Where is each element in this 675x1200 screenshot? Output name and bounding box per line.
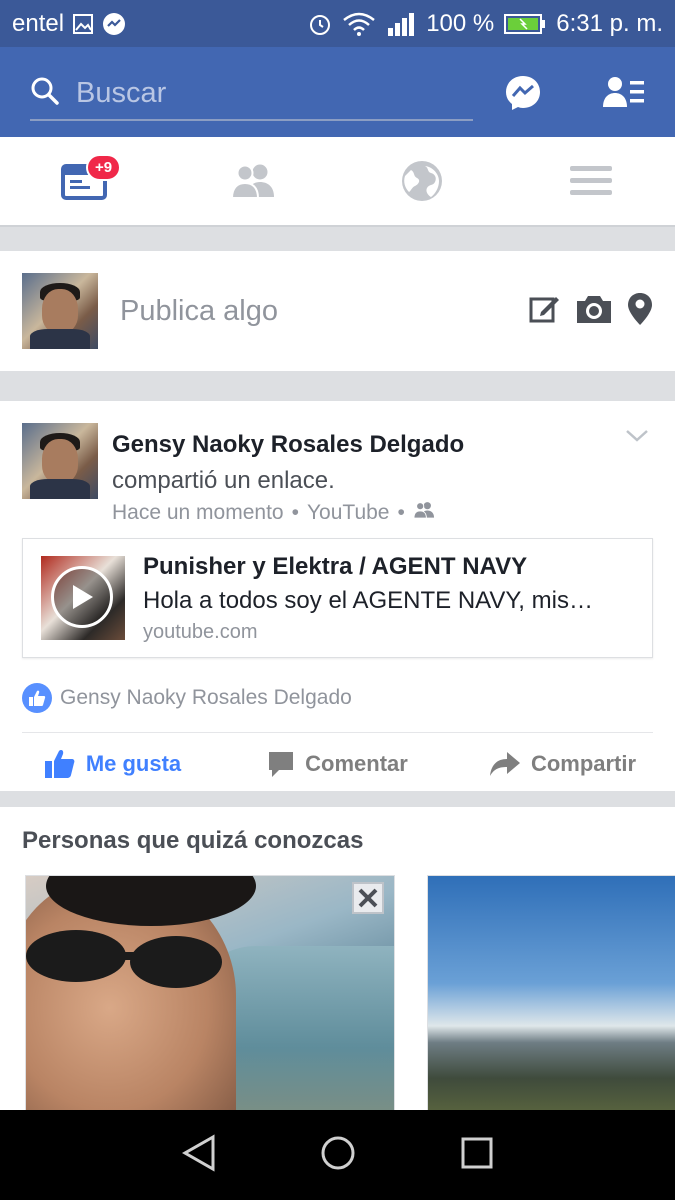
share-label: Compartir: [530, 750, 637, 776]
status-bar: entel 100 % 6:31 p. m.: [0, 0, 675, 47]
thumbs-up-icon: [44, 749, 75, 778]
post-timestamp[interactable]: Hace un momento: [112, 501, 284, 525]
tab-news-feed[interactable]: +9: [0, 137, 169, 225]
facebook-app-screen: entel 100 % 6:31 p. m. Buscar +9 Publica…: [0, 0, 675, 1200]
share-button[interactable]: Compartir: [450, 736, 675, 791]
tab-notifications[interactable]: [338, 137, 507, 225]
hamburger-icon: [569, 166, 612, 195]
battery-icon: [504, 13, 546, 35]
divider: [22, 732, 653, 733]
post-action-text: compartió un enlace.: [112, 467, 335, 494]
camera-icon[interactable]: [575, 293, 613, 330]
post-author-avatar[interactable]: [22, 423, 98, 499]
separator-dot: •: [291, 501, 299, 524]
reactions-summary[interactable]: Gensy Naoky Rosales Delgado: [22, 683, 352, 713]
friends-icon: [413, 501, 435, 525]
search-placeholder: Buscar: [76, 76, 167, 109]
tab-friend-requests[interactable]: [169, 137, 338, 225]
share-icon: [489, 751, 520, 776]
comment-label: Comentar: [305, 750, 408, 776]
signal-icon: [386, 12, 416, 36]
top-bar: Buscar: [0, 47, 675, 137]
pymk-card[interactable]: [427, 875, 675, 1110]
friends-icon: [231, 164, 275, 199]
avatar[interactable]: [22, 273, 98, 349]
alarm-icon: [308, 12, 332, 36]
composer-placeholder: Publica algo: [120, 294, 278, 327]
friend-list-icon: [603, 77, 644, 107]
comment-button[interactable]: Comentar: [225, 736, 450, 791]
home-icon[interactable]: [319, 1134, 357, 1177]
link-preview-card[interactable]: Punisher y Elektra / AGENT NAVY Hola a t…: [22, 538, 653, 658]
likes-names: Gensy Naoky Rosales Delgado: [60, 686, 352, 709]
messenger-notification-icon: [102, 12, 126, 36]
comment-icon: [269, 751, 294, 777]
status-composer[interactable]: Publica algo: [0, 251, 675, 371]
play-icon: [51, 566, 113, 628]
notification-badge: +9: [86, 154, 122, 181]
like-button[interactable]: Me gusta: [0, 736, 225, 791]
post-author-name[interactable]: Gensy Naoky Rosales Delgado: [112, 431, 464, 459]
people-you-may-know: Personas que quizá conozcas: [0, 807, 675, 1110]
chevron-down-icon[interactable]: [625, 429, 649, 448]
link-title: Punisher y Elektra / AGENT NAVY: [143, 552, 528, 580]
battery-percent: 100 %: [426, 9, 495, 37]
wifi-icon: [342, 11, 376, 37]
tab-menu[interactable]: [506, 137, 675, 225]
separator-dot: •: [397, 501, 405, 524]
like-label: Me gusta: [85, 750, 182, 776]
messenger-button[interactable]: [501, 71, 545, 115]
pymk-title: Personas que quizá conozcas: [22, 827, 364, 854]
carrier-name: entel: [12, 9, 65, 37]
like-reaction-icon: [22, 683, 52, 713]
recent-apps-icon[interactable]: [460, 1136, 494, 1175]
location-pin-icon[interactable]: [627, 292, 653, 331]
back-icon[interactable]: [181, 1133, 217, 1177]
post-actions: Me gusta Comentar Compartir: [0, 736, 675, 791]
search-icon: [30, 76, 60, 111]
link-domain: youtube.com: [143, 620, 258, 643]
nav-tabs: +9: [0, 137, 675, 227]
image-icon: [72, 13, 94, 35]
clock: 6:31 p. m.: [556, 9, 663, 37]
messenger-icon: [506, 76, 540, 110]
feed-post: Gensy Naoky Rosales Delgado compartió un…: [0, 401, 675, 791]
video-thumbnail[interactable]: [41, 556, 125, 640]
close-icon[interactable]: [352, 882, 384, 914]
post-source[interactable]: YouTube: [307, 501, 390, 525]
link-description: Hola a todos soy el AGENTE NAVY, mis…: [143, 586, 593, 614]
friend-requests-button[interactable]: [602, 71, 646, 115]
pymk-card[interactable]: [25, 875, 395, 1110]
profile-photo: [26, 930, 222, 988]
search-input[interactable]: Buscar: [30, 67, 473, 121]
globe-icon: [401, 161, 442, 201]
edit-icon[interactable]: [529, 293, 561, 330]
android-navigation-bar: [0, 1110, 675, 1200]
